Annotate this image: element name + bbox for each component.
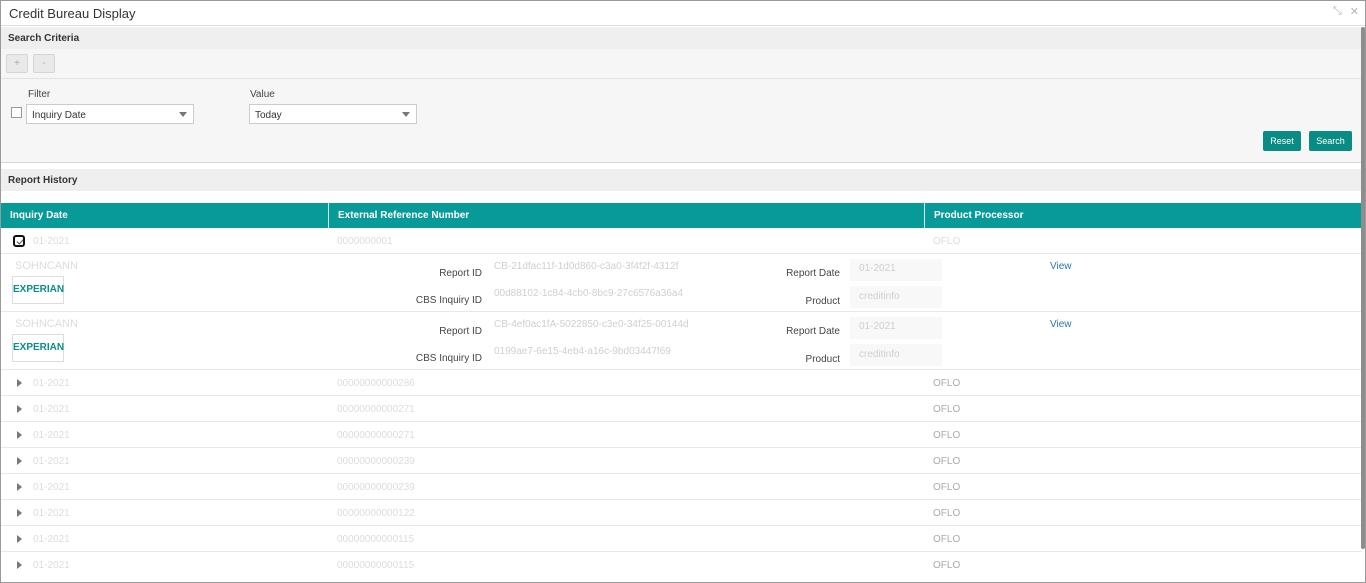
report-date-value: 01-2021: [859, 263, 896, 274]
row-processor: OFLO: [933, 430, 961, 441]
cbs-inquiry-label: CBS Inquiry ID: [415, 353, 482, 364]
row-processor: OFLO: [933, 560, 961, 571]
report-id-label: Report ID: [439, 268, 482, 279]
expanded-detail: SOHNCANN EXPERIAN Report ID CB-21dfac11f…: [1, 254, 1362, 312]
column-inquiry-date[interactable]: Inquiry Date: [1, 203, 329, 228]
table-row[interactable]: 01-2021 00000000000286 OFLO: [1, 370, 1362, 396]
row-date: 01-2021: [33, 534, 70, 545]
expand-toggle-icon[interactable]: [13, 235, 25, 247]
row-reference: 00000000000286: [337, 378, 415, 389]
applicant-name: SOHNCANN: [15, 260, 78, 272]
cbs-inquiry-value: 00d88102-1c84-4cb0-8bc9-27c6576a36a4: [494, 288, 684, 299]
row-reference: 00000000000271: [337, 430, 415, 441]
product-value: creditinfo: [859, 291, 900, 302]
filter-label: Filter: [28, 89, 51, 100]
row-processor: OFLO: [933, 378, 961, 389]
close-icon[interactable]: ✕: [1350, 5, 1359, 18]
table-row[interactable]: 01-2021 0000000001 OFLO: [1, 228, 1362, 254]
expand-arrow-icon[interactable]: [17, 509, 22, 517]
search-button[interactable]: Search: [1309, 131, 1352, 151]
reset-button[interactable]: Reset: [1263, 131, 1301, 151]
view-link[interactable]: View: [1050, 319, 1072, 330]
table-row[interactable]: 01-2021 00000000000115 OFLO: [1, 552, 1362, 578]
table-row[interactable]: 01-2021 00000000000271 OFLO: [1, 422, 1362, 448]
value-select[interactable]: Today: [249, 104, 417, 124]
report-date-label: Report Date: [786, 268, 840, 279]
expand-arrow-icon[interactable]: [17, 405, 22, 413]
row-date: 01-2021: [33, 482, 70, 493]
criteria-toolbar: + -: [1, 49, 1362, 79]
row-date: 01-2021: [33, 456, 70, 467]
table-row[interactable]: 01-2021 00000000000239 OFLO: [1, 448, 1362, 474]
remove-criteria-button[interactable]: -: [33, 54, 55, 73]
report-id-value: CB-4ef0ac1fA-5022850-c3e0-34f25-00144d: [494, 319, 689, 330]
row-reference: 00000000000115: [337, 560, 415, 571]
row-processor: OFLO: [933, 482, 961, 493]
filter-select[interactable]: Inquiry Date: [26, 104, 194, 124]
row-date: 01-2021: [33, 560, 70, 571]
expand-arrow-icon[interactable]: [17, 431, 22, 439]
column-product-processor[interactable]: Product Processor: [925, 203, 1362, 228]
chevron-down-icon: [402, 112, 410, 117]
row-processor: OFLO: [933, 456, 961, 467]
main-content: Search Criteria + - Filter Inquiry Date …: [1, 27, 1362, 582]
value-label: Value: [250, 89, 275, 100]
view-link[interactable]: View: [1050, 261, 1072, 272]
row-reference: 00000000000239: [337, 456, 415, 467]
row-reference: 00000000000115: [337, 534, 415, 545]
filter-select-value: Inquiry Date: [32, 110, 86, 121]
row-date: 01-2021: [33, 508, 70, 519]
product-value: creditinfo: [859, 349, 900, 360]
row-date: 01-2021: [33, 378, 70, 389]
row-date: 01-2021: [33, 236, 70, 247]
table-row[interactable]: 01-2021 00000000000271 OFLO: [1, 396, 1362, 422]
value-select-value: Today: [255, 110, 282, 121]
row-reference: 00000000000122: [337, 508, 415, 519]
report-id-value: CB-21dfac11f-1d0d860-c3a0-3f4f2f-4312f: [494, 261, 679, 272]
bureau-logo: EXPERIAN: [12, 334, 64, 362]
table-row[interactable]: 01-2021 00000000000239 OFLO: [1, 474, 1362, 500]
bureau-logo: EXPERIAN: [12, 276, 64, 304]
expanded-detail: SOHNCANN EXPERIAN Report ID CB-4ef0ac1fA…: [1, 312, 1362, 370]
row-reference: 00000000000271: [337, 404, 415, 415]
column-external-reference[interactable]: External Reference Number: [329, 203, 925, 228]
product-label: Product: [805, 354, 840, 365]
expand-arrow-icon[interactable]: [17, 457, 22, 465]
row-processor: OFLO: [933, 236, 961, 247]
window-controls: ⤡ ✕: [1333, 5, 1359, 18]
expand-arrow-icon[interactable]: [17, 379, 22, 387]
row-date: 01-2021: [33, 404, 70, 415]
criteria-panel: Filter Inquiry Date Value Today Reset Se…: [1, 79, 1362, 163]
filter-checkbox[interactable]: [11, 107, 22, 118]
title-bar: Credit Bureau Display ⤡ ✕: [1, 1, 1365, 26]
row-processor: OFLO: [933, 534, 961, 545]
row-processor: OFLO: [933, 404, 961, 415]
product-label: Product: [805, 296, 840, 307]
cbs-inquiry-label: CBS Inquiry ID: [415, 295, 482, 306]
search-criteria-header: Search Criteria: [1, 27, 1362, 49]
credit-bureau-window: Credit Bureau Display ⤡ ✕ Search Criteri…: [0, 0, 1366, 583]
report-id-label: Report ID: [439, 326, 482, 337]
table-row[interactable]: 01-2021 00000000000115 OFLO: [1, 526, 1362, 552]
report-history-header: Report History: [1, 169, 1362, 191]
expand-arrow-icon[interactable]: [17, 535, 22, 543]
chevron-down-icon: [179, 112, 187, 117]
add-criteria-button[interactable]: +: [6, 54, 28, 73]
expand-arrow-icon[interactable]: [17, 561, 22, 569]
grid-header: Inquiry Date External Reference Number P…: [1, 203, 1362, 228]
applicant-name: SOHNCANN: [15, 318, 78, 330]
vertical-scrollbar[interactable]: [1361, 27, 1365, 549]
cbs-inquiry-value: 0199ae7-6e15-4eb4-a16c-9bd03447f69: [494, 346, 671, 357]
grid-body: 01-2021 0000000001 OFLO SOHNCANN EXPERIA…: [1, 228, 1362, 578]
expand-arrow-icon[interactable]: [17, 483, 22, 491]
report-date-value: 01-2021: [859, 321, 896, 332]
row-processor: OFLO: [933, 508, 961, 519]
row-date: 01-2021: [33, 430, 70, 441]
table-row[interactable]: 01-2021 00000000000122 OFLO: [1, 500, 1362, 526]
minimize-icon[interactable]: ⤡: [1333, 5, 1342, 18]
report-date-label: Report Date: [786, 326, 840, 337]
row-reference: 00000000000239: [337, 482, 415, 493]
row-reference: 0000000001: [337, 236, 393, 247]
window-title: Credit Bureau Display: [9, 6, 136, 21]
